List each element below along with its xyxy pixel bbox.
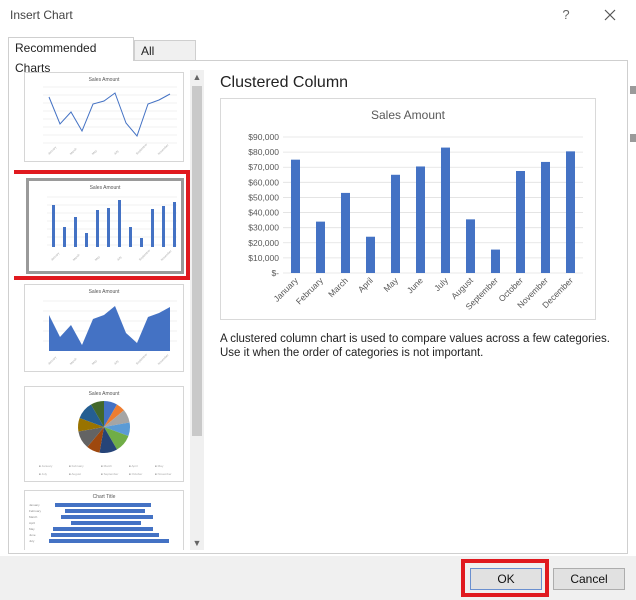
svg-text:■ September: ■ September [101,472,118,476]
recommended-chart-list: Sales Amount January March May July Sept… [14,66,204,550]
svg-text:July: July [113,359,120,366]
scrollbar-thumb[interactable] [192,86,202,436]
scroll-up-arrow-icon[interactable]: ▲ [190,70,204,84]
chart-description: A clustered column chart is used to comp… [220,333,610,359]
preview-heading: Clustered Column [220,74,349,91]
bar-chart-thumbnail-graphic: Sales Amount January March May July Sept… [47,185,177,262]
thumbnail-title: Chart Title [93,494,116,500]
x-tick-label: April [356,275,375,294]
svg-text:March: March [69,357,78,366]
svg-text:May: May [94,255,101,262]
x-tick-label: July [432,275,450,293]
thumbnail-bar-chart[interactable]: Sales Amount January March May July Sept… [26,178,184,274]
thumbnail-scrollbar[interactable]: ▲ ▼ [190,70,204,550]
svg-text:■ February: ■ February [69,464,84,468]
svg-text:■ July: ■ July [39,472,47,476]
svg-text:May: May [29,527,35,531]
chart-bar [366,236,375,273]
y-tick-label: $70,000 [248,162,279,172]
chart-bar [491,249,500,273]
svg-text:July: July [113,149,120,156]
chart-bar [316,221,325,273]
chart-bar [441,147,450,273]
y-tick-label: $- [271,268,279,278]
thumbnail-pie-chart[interactable]: Sales Amount ■ January ■ February ■ March … [24,386,184,482]
svg-text:March: March [69,147,78,156]
y-tick-label: $30,000 [248,223,279,233]
clustered-column-chart: Sales Amount $- $10,000 $20,000 $30,000 $40,… [248,108,583,312]
tab-recommended-charts[interactable]: Recommended Charts [8,37,134,75]
svg-text:March: March [72,253,81,262]
y-tick-label: $40,000 [248,208,279,218]
chart-bar [291,159,300,273]
svg-text:■ October: ■ October [129,472,142,476]
svg-text:■ January: ■ January [39,464,53,468]
svg-text:May: May [91,359,98,366]
y-tick-label: $80,000 [248,147,279,157]
x-tick-label: February [294,275,326,307]
thumbnail-area-chart[interactable]: Sales Amount January March May July Sept… [24,284,184,372]
tab-all-charts[interactable]: All Charts [134,40,196,78]
chart-preview: Sales Amount $- $10,000 $20,000 $30,000 $40,… [220,98,596,320]
chart-bar [466,219,475,273]
chart-bar [516,171,525,273]
edge-marker [630,134,636,142]
help-button[interactable]: ? [556,4,576,26]
close-button[interactable] [598,4,622,26]
thumbnail-title: Sales Amount [89,289,120,295]
thumbnail-horizontal-bar-chart[interactable]: Chart Title January February March April Ma… [24,490,184,550]
svg-text:January: January [29,503,40,507]
window-title: Insert Chart [10,8,73,22]
svg-text:June: June [29,533,36,537]
svg-text:September: September [135,142,148,155]
svg-text:January: January [50,251,61,262]
svg-text:January: January [47,355,58,366]
edge-marker [630,86,636,94]
y-tick-label: $90,000 [248,132,279,142]
thumbnail-title: Sales Amount [89,391,120,397]
ok-button[interactable]: OK [470,568,542,590]
close-icon [604,9,616,21]
thumbnail-title: Sales Amount [90,185,121,191]
svg-text:April: April [29,521,35,525]
horizontal-bar-chart-thumbnail-graphic: Chart Title January February March April Ma… [29,494,169,543]
svg-text:September: September [135,352,148,365]
x-tick-label: June [405,275,425,295]
svg-text:January: January [47,145,58,156]
svg-text:September: September [138,248,151,261]
svg-text:■ November: ■ November [155,472,171,476]
y-tick-label: $10,000 [248,253,279,263]
cancel-button[interactable]: Cancel [553,568,625,590]
x-tick-label: March [326,275,350,299]
title-bar: Insert Chart ? [0,0,636,32]
pie-chart-thumbnail-graphic: Sales Amount ■ January ■ February ■ March … [39,391,171,476]
chart-bar [341,192,350,273]
svg-text:March: March [29,515,38,519]
svg-text:May: May [91,149,98,156]
area-chart-thumbnail-graphic: Sales Amount January March May July Sept… [43,289,177,366]
svg-text:■ August: ■ August [69,472,81,476]
x-tick-label: May [381,275,400,294]
svg-text:July: July [29,539,35,543]
thumbnail-line-chart[interactable]: Sales Amount January March May July Sept… [24,72,184,162]
line-chart-thumbnail-graphic: Sales Amount January March May July Sept… [43,77,177,156]
chart-bar [566,151,575,273]
chart-title: Sales Amount [371,108,446,122]
svg-text:November: November [157,353,170,366]
svg-text:November: November [157,143,170,156]
svg-text:■ March: ■ March [101,464,112,468]
svg-text:July: July [116,255,123,262]
scroll-down-arrow-icon[interactable]: ▼ [190,536,204,550]
chart-bar [416,166,425,273]
y-tick-label: $20,000 [248,238,279,248]
svg-text:■ May: ■ May [155,464,164,468]
svg-text:■ April: ■ April [129,464,138,468]
y-tick-label: $50,000 [248,192,279,202]
svg-text:November: November [160,249,173,262]
svg-text:February: February [29,509,42,513]
thumbnail-title: Sales Amount [89,77,120,83]
y-tick-label: $60,000 [248,177,279,187]
chart-bar [541,161,550,273]
chart-bar [391,174,400,273]
